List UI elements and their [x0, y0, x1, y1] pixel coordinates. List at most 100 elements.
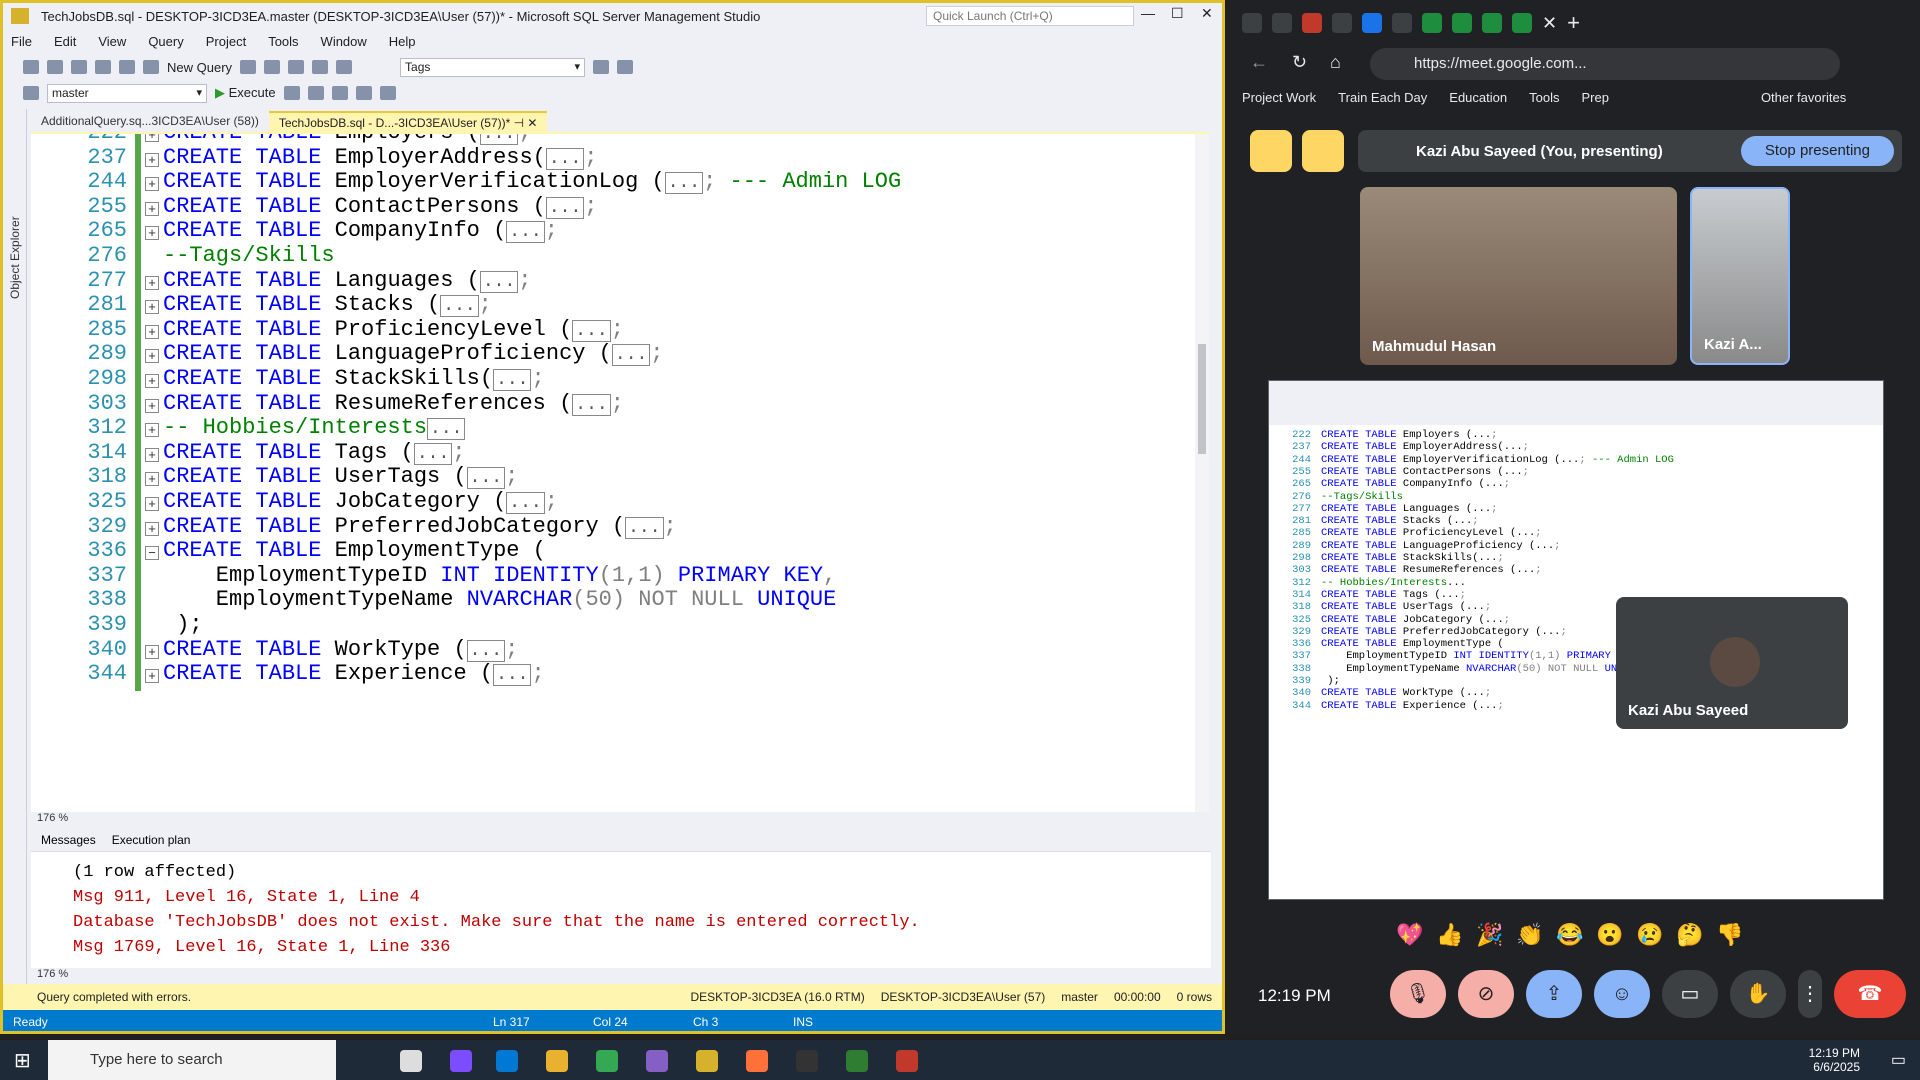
expand-icon[interactable]: + — [145, 152, 159, 167]
indent-icon[interactable] — [379, 86, 396, 100]
participant-tile[interactable]: Mahmudul Hasan — [1360, 187, 1677, 365]
tab-icon[interactable] — [1482, 13, 1502, 33]
chrome-icon[interactable] — [596, 1050, 618, 1072]
tab-icon[interactable] — [1392, 13, 1412, 33]
expand-icon[interactable]: + — [145, 472, 159, 487]
collapsed-region[interactable]: ... — [493, 369, 532, 391]
collapsed-region[interactable]: ... — [440, 295, 479, 318]
menu-tools[interactable]: Tools — [268, 34, 298, 49]
collapsed-region[interactable]: ... — [413, 442, 453, 465]
pin-icon[interactable]: ⊣ — [514, 116, 524, 130]
camera-off-icon[interactable] — [1250, 130, 1292, 172]
collapsed-region[interactable]: ... — [1466, 601, 1485, 613]
system-clock[interactable]: 12:19 PM 6/6/2025 — [1809, 1046, 1860, 1074]
collapsed-region[interactable]: ... — [427, 418, 466, 441]
bookmark-folder[interactable]: Education — [1449, 90, 1507, 105]
expand-icon[interactable]: + — [145, 374, 159, 388]
bookmark-folder[interactable]: Tools — [1529, 90, 1559, 105]
mic-button[interactable]: 🎙 — [1390, 970, 1446, 1018]
collapsed-region[interactable]: ... — [1453, 515, 1472, 527]
tab-icon[interactable] — [1272, 13, 1292, 33]
collapsed-region[interactable]: ... — [1466, 687, 1485, 699]
tab-icon[interactable] — [1302, 13, 1322, 33]
quick-launch-input[interactable]: Quick Launch (Ctrl+Q) — [926, 6, 1134, 26]
properties-icon[interactable] — [593, 60, 610, 74]
bookmark-folder[interactable]: Prep — [1581, 90, 1608, 105]
expand-icon[interactable]: + — [145, 201, 159, 216]
code-editor[interactable]: 222 + CREATE TABLE Employers (...; 237 + CREA… — [31, 132, 1209, 814]
participant-tile[interactable]: Kazi A... — [1690, 187, 1790, 365]
cut-icon[interactable] — [240, 60, 257, 74]
collapsed-region[interactable]: ... — [506, 221, 545, 244]
redo-icon[interactable] — [336, 60, 353, 74]
tab-techjobsdb[interactable]: TechJobsDB.sql - D...-3ICD3EA\User (57))… — [268, 111, 548, 132]
expand-icon[interactable]: + — [145, 521, 159, 536]
app-icon[interactable] — [846, 1050, 868, 1072]
find-combo[interactable]: Tags — [400, 57, 586, 77]
reaction-button[interactable]: 💖 — [1395, 920, 1425, 950]
notification-icon[interactable]: ▭ — [1891, 1050, 1906, 1070]
wrench-icon[interactable] — [617, 60, 634, 74]
collapsed-region[interactable]: ... — [1441, 589, 1460, 601]
menu-project[interactable]: Project — [206, 34, 246, 49]
collapsed-region[interactable]: ... — [611, 344, 651, 367]
back-icon[interactable] — [23, 60, 39, 74]
expand-icon[interactable]: + — [145, 644, 159, 659]
code-area[interactable]: 222 + CREATE TABLE Employers (...; 237 + CREA… — [31, 134, 1195, 814]
bookmark-folder[interactable]: Train Each Day — [1338, 90, 1427, 105]
captions-button[interactable]: ▭ — [1662, 970, 1718, 1018]
address-bar[interactable]: https://meet.google.com... — [1370, 48, 1840, 80]
tab-icon[interactable] — [1422, 13, 1442, 33]
expand-icon[interactable]: + — [145, 349, 159, 364]
expand-icon[interactable]: + — [145, 497, 159, 511]
expand-icon[interactable]: + — [145, 447, 159, 462]
collapsed-region[interactable]: ... — [493, 664, 532, 687]
close-tab-icon[interactable]: ✕ — [1542, 13, 1557, 34]
tab-icon[interactable] — [1362, 13, 1382, 33]
bookmark-folder[interactable]: Project Work — [1242, 90, 1316, 105]
edge-icon[interactable] — [496, 1050, 518, 1072]
results-zoom[interactable]: 176 % — [37, 968, 68, 980]
collapsed-region[interactable]: ... — [1516, 564, 1535, 576]
reaction-button[interactable]: 🎉 — [1475, 920, 1505, 950]
open-file-icon[interactable] — [95, 60, 111, 74]
collapsed-region[interactable]: ... — [1479, 552, 1498, 564]
expand-icon[interactable]: − — [145, 546, 159, 561]
expand-icon[interactable]: + — [145, 300, 159, 315]
tab-icon[interactable] — [1512, 13, 1532, 33]
collapsed-region[interactable]: ... — [466, 639, 506, 662]
parse-icon[interactable] — [307, 86, 324, 100]
reaction-button[interactable]: 🤔 — [1675, 920, 1705, 950]
code-line[interactable]: 344 + CREATE TABLE Experience (...; — [31, 661, 1195, 692]
save-all-icon[interactable] — [143, 60, 159, 74]
expand-icon[interactable]: + — [145, 398, 159, 413]
tab-icon[interactable] — [1242, 13, 1262, 33]
collapsed-region[interactable]: ... — [625, 516, 664, 539]
menu-view[interactable]: View — [98, 34, 126, 49]
collapsed-region[interactable]: ... — [664, 172, 704, 195]
expand-icon[interactable]: + — [145, 275, 159, 290]
maximize-button[interactable]: ☐ — [1171, 5, 1184, 22]
stop-icon[interactable] — [283, 86, 300, 100]
tab-execution-plan[interactable]: Execution plan — [112, 833, 191, 847]
collapsed-region[interactable]: ... — [1485, 614, 1504, 626]
leave-call-button[interactable]: ☎ — [1834, 970, 1906, 1018]
collapsed-region[interactable]: ... — [572, 393, 611, 416]
collapsed-region[interactable]: ... — [1516, 527, 1535, 539]
tab-messages[interactable]: Messages — [41, 833, 96, 847]
undo-icon[interactable] — [312, 60, 329, 74]
taskbar-search[interactable]: Type here to search — [48, 1040, 336, 1080]
layout-icon[interactable] — [1302, 130, 1344, 172]
paste-icon[interactable] — [288, 60, 305, 74]
raise-hand-button[interactable]: ✋ — [1730, 970, 1786, 1018]
comment-icon[interactable] — [355, 86, 372, 100]
reaction-button[interactable]: 😂 — [1555, 920, 1585, 950]
expand-icon[interactable]: + — [145, 324, 159, 339]
file-explorer-icon[interactable] — [546, 1050, 568, 1072]
emoji-button[interactable]: ☺ — [1594, 970, 1650, 1018]
collapsed-region[interactable]: ... — [572, 319, 611, 342]
copy-icon[interactable] — [264, 60, 281, 74]
reaction-button[interactable]: 👎 — [1715, 920, 1745, 950]
collapsed-region[interactable]: ... — [1472, 503, 1491, 515]
expand-icon[interactable]: + — [145, 669, 159, 684]
